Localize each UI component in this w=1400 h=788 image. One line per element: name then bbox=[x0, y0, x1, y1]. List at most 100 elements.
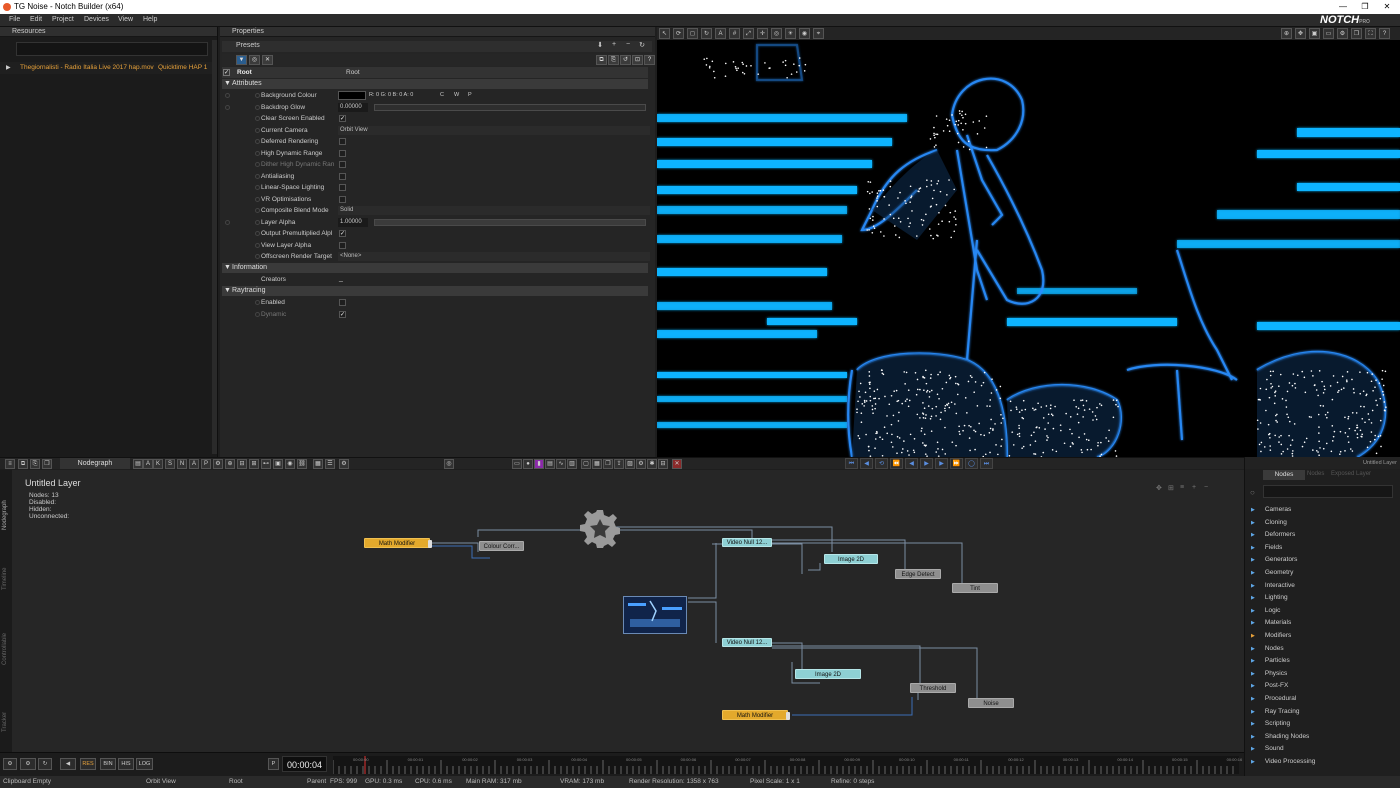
node-category-item[interactable]: ▶ Shading Nodes bbox=[1251, 733, 1309, 740]
light-icon[interactable]: ☀ bbox=[785, 28, 796, 39]
lock-icon[interactable]: ⊡ bbox=[632, 55, 643, 65]
menu-view[interactable]: View bbox=[118, 16, 133, 23]
bind-icon[interactable] bbox=[255, 104, 260, 110]
select-tool-icon[interactable]: ↖ bbox=[659, 28, 670, 39]
res-icon[interactable]: ▥ bbox=[567, 459, 577, 469]
prop-checkbox[interactable] bbox=[339, 149, 346, 157]
video-thumbnail-node[interactable] bbox=[623, 596, 687, 634]
skip-end-icon[interactable]: ⏭ bbox=[980, 458, 993, 469]
refresh-icon[interactable]: ↻ bbox=[636, 41, 648, 51]
section-raytracing[interactable]: ▼ Raytracing bbox=[222, 286, 648, 296]
node-colour-correct[interactable]: Colour Corr... bbox=[479, 541, 524, 551]
layers-icon[interactable]: ▤ bbox=[133, 459, 143, 469]
prop-linear-lighting[interactable]: Linear-Space Lighting bbox=[222, 182, 648, 194]
prop-current-camera[interactable]: Current Camera Orbit View bbox=[222, 125, 650, 137]
settings-icon[interactable]: ⚙ bbox=[20, 758, 36, 770]
prop-dropdown[interactable]: Solid bbox=[338, 206, 650, 215]
minus-icon[interactable]: − bbox=[622, 41, 634, 51]
prop-view-layer-alpha[interactable]: View Layer Alpha bbox=[222, 240, 648, 252]
node-category-item[interactable]: ▶ Procedural bbox=[1251, 695, 1296, 702]
prop-blend-mode[interactable]: Composite Blend Mode Solid bbox=[222, 205, 650, 217]
tab-exposed[interactable]: Exposed Layer bbox=[1331, 471, 1371, 477]
node-port[interactable] bbox=[428, 540, 432, 548]
colour-c-button[interactable]: C bbox=[440, 92, 444, 98]
node-category-item[interactable]: ▶ Interactive bbox=[1251, 582, 1295, 589]
prop-dynamic[interactable]: Dynamic ✓ bbox=[222, 309, 648, 321]
prop-backdrop-glow[interactable]: Backdrop Glow 0.00000 bbox=[222, 102, 648, 114]
alert-icon[interactable]: ✕ bbox=[672, 459, 682, 469]
log-button[interactable]: LOG bbox=[136, 758, 153, 770]
prop-value[interactable]: 0.00000 bbox=[338, 102, 368, 112]
star-icon[interactable]: ✱ bbox=[647, 459, 657, 469]
grid2-icon[interactable]: ▦ bbox=[592, 459, 602, 469]
keyframe-icon[interactable] bbox=[225, 219, 230, 225]
snap-icon[interactable]: ⌖ bbox=[813, 28, 824, 39]
skip-start-icon[interactable]: ⏮ bbox=[845, 458, 858, 469]
section-information[interactable]: ▼ Information bbox=[222, 263, 648, 273]
prop-dropdown[interactable]: Orbit View bbox=[338, 125, 650, 135]
prop-checkbox[interactable]: ✓ bbox=[339, 310, 346, 318]
timeline-ruler[interactable]: 00:00:00 00:00:01 00:00:02 00:00:03 00:00:04… bbox=[333, 756, 1242, 774]
node-category-item[interactable]: ▶ Generators bbox=[1251, 556, 1297, 563]
prop-checkbox[interactable] bbox=[339, 195, 346, 203]
arrange-icon[interactable]: ⊞ bbox=[249, 459, 259, 469]
play-icon[interactable]: ▶ bbox=[920, 458, 933, 469]
bin-button[interactable]: BIN bbox=[100, 758, 116, 770]
node-category-item[interactable]: ▶ Physics bbox=[1251, 670, 1287, 677]
ak-a-button[interactable]: A bbox=[143, 459, 153, 469]
paste-icon[interactable]: ⎘ bbox=[608, 55, 619, 65]
snap-s-button[interactable]: S bbox=[165, 459, 175, 469]
down-arrow-icon[interactable]: ⬇ bbox=[594, 41, 606, 51]
node-image-2d-1[interactable]: Image 2D bbox=[824, 554, 878, 564]
fullscreen-icon[interactable]: ⛶ bbox=[1365, 28, 1376, 39]
scale-icon[interactable]: ⤢ bbox=[743, 28, 754, 39]
prop-slider[interactable] bbox=[374, 218, 646, 226]
loop-icon[interactable]: ⟲ bbox=[875, 458, 888, 469]
snap-a-button[interactable]: A bbox=[189, 459, 199, 469]
image-icon[interactable]: ▨ bbox=[625, 459, 635, 469]
prop-checkbox[interactable]: ✓ bbox=[339, 230, 346, 237]
bind-icon[interactable] bbox=[255, 300, 260, 305]
node-tint[interactable]: Tint bbox=[952, 583, 998, 593]
node-category-item[interactable]: ▶ Logic bbox=[1251, 607, 1280, 614]
node-category-item[interactable]: ▶ Cloning bbox=[1251, 519, 1287, 526]
node-category-item[interactable]: ▶ Post-FX bbox=[1251, 682, 1288, 689]
grid-icon[interactable]: ▦ bbox=[313, 459, 323, 469]
maximize-icon[interactable]: ❐ bbox=[1354, 0, 1376, 14]
prop-layer-alpha[interactable]: Layer Alpha 1.00000 bbox=[222, 217, 648, 229]
menu-devices[interactable]: Devices bbox=[84, 16, 109, 23]
window-icon[interactable]: ❐ bbox=[603, 459, 613, 469]
bind-icon[interactable] bbox=[255, 173, 260, 179]
snap-n-button[interactable]: N bbox=[177, 459, 187, 469]
resources-search-input[interactable] bbox=[16, 42, 208, 56]
node-category-item[interactable]: ▶ Fields bbox=[1251, 544, 1282, 551]
monitor-icon[interactable]: ▢ bbox=[581, 459, 591, 469]
prop-hdr[interactable]: High Dynamic Range bbox=[222, 148, 648, 160]
tab-nodes-2[interactable]: Nodes bbox=[1307, 471, 1324, 477]
zoom-icon[interactable]: ⊕ bbox=[225, 459, 235, 469]
prop-checkbox[interactable] bbox=[339, 299, 346, 306]
bind-icon[interactable] bbox=[255, 162, 260, 167]
zoom-out-icon[interactable]: − bbox=[1204, 484, 1208, 491]
node-category-item[interactable]: ▶ Geometry bbox=[1251, 569, 1293, 576]
prop-checkbox[interactable] bbox=[339, 161, 346, 168]
keyframe-icon[interactable] bbox=[225, 104, 230, 110]
color-icon[interactable]: ▮ bbox=[534, 459, 544, 469]
refresh-icon[interactable]: ↻ bbox=[38, 758, 52, 770]
node-category-item[interactable]: ▶ Nodes bbox=[1251, 645, 1284, 652]
prop-checkbox[interactable] bbox=[339, 241, 346, 249]
target-icon[interactable]: ◎ bbox=[771, 28, 782, 39]
node-category-item[interactable]: ▶ Modifiers bbox=[1251, 632, 1291, 639]
bind-icon[interactable] bbox=[255, 139, 260, 144]
bind-icon[interactable] bbox=[255, 196, 260, 202]
colour-p-button[interactable]: P bbox=[468, 92, 472, 98]
camera-icon[interactable]: ◉ bbox=[799, 28, 810, 39]
filter-icon[interactable]: ▼ bbox=[236, 55, 247, 65]
prop-output-premult[interactable]: Output Premultiplied Alpl ✓ bbox=[222, 228, 648, 240]
target-icon[interactable]: ◎ bbox=[249, 55, 260, 65]
node-threshold[interactable]: Threshold bbox=[910, 683, 956, 693]
prop-vr-optimisations[interactable]: VR Optimisations bbox=[222, 194, 648, 206]
keyframe-icon[interactable] bbox=[225, 93, 230, 98]
node-category-item[interactable]: ▶ Deformers bbox=[1251, 531, 1295, 538]
node-edge-detect[interactable]: Edge Detect bbox=[895, 569, 941, 579]
